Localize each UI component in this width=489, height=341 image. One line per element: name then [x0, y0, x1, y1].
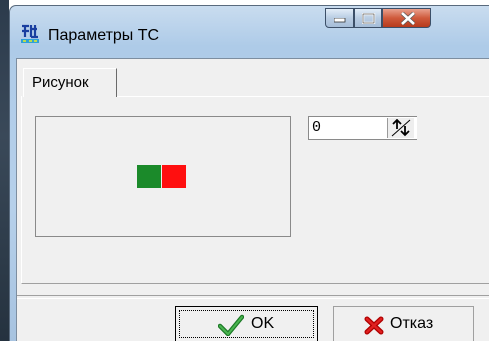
close-icon: [400, 12, 416, 25]
cancel-button[interactable]: Отказ: [333, 306, 474, 341]
dialog-window: Параметры ТС Рисунок 0 OK Отказ: [9, 5, 489, 341]
maximize-button[interactable]: [354, 8, 382, 28]
focus-rectangle: [179, 310, 314, 338]
cancel-button-label: Отказ: [390, 315, 434, 332]
app-icon: [21, 24, 39, 43]
tab-picture[interactable]: Рисунок: [23, 68, 117, 97]
title-bar[interactable]: Параметры ТС: [10, 6, 489, 58]
red-swatch: [162, 165, 186, 188]
tab-picture-label: Рисунок: [32, 74, 89, 91]
picture-preview: [35, 116, 291, 237]
window-title: Параметры ТС: [48, 27, 160, 44]
minimize-button[interactable]: [325, 8, 354, 28]
footer-separator: [17, 295, 489, 299]
desktop-background: [0, 0, 9, 341]
ok-button[interactable]: OK: [175, 306, 318, 341]
green-swatch: [137, 165, 161, 188]
dialog-body: Рисунок 0 OK Отказ: [16, 58, 489, 341]
minimize-icon: [334, 18, 346, 23]
checkmark-icon: [218, 314, 244, 336]
spinner-button[interactable]: [387, 118, 414, 138]
spinner-value[interactable]: 0: [312, 119, 321, 136]
ok-button-label: OK: [251, 315, 275, 332]
maximize-icon: [362, 13, 376, 24]
value-spinner[interactable]: 0: [308, 116, 417, 140]
spin-up-down-icon: [391, 119, 411, 137]
red-x-icon: [364, 316, 384, 335]
close-button[interactable]: [382, 8, 431, 28]
